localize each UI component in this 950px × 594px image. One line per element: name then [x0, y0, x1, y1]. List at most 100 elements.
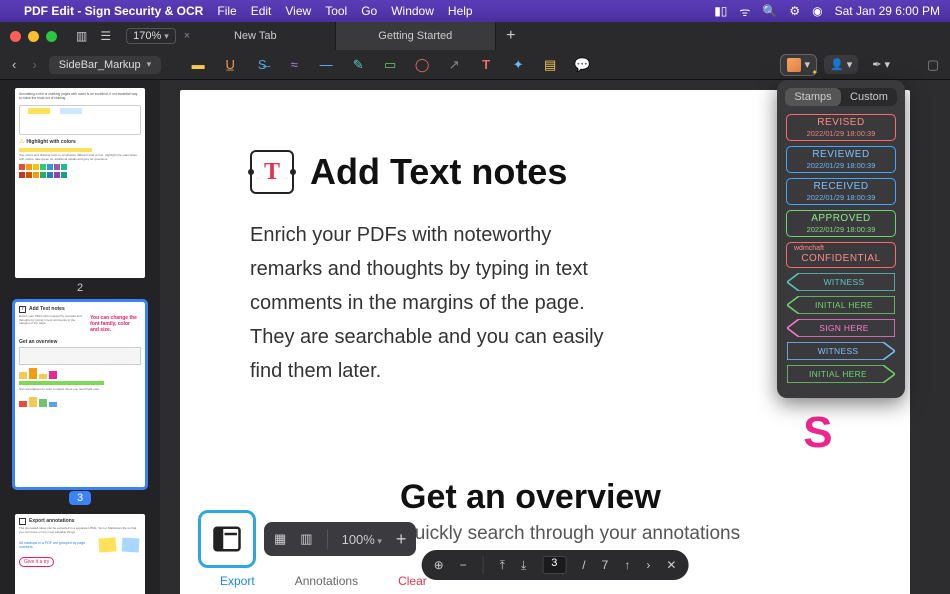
comment-tool-icon[interactable]: 💬 [573, 56, 591, 74]
arrow-tool-icon[interactable]: ↗ [445, 56, 463, 74]
menu-tool[interactable]: Tool [325, 4, 347, 18]
thumb-text: Annotating a text or marking pages with … [19, 92, 141, 101]
next-page-icon[interactable]: › [646, 558, 650, 572]
thumbnail-page-4[interactable]: Export annotations The annotated ideas c… [15, 514, 145, 594]
export-tab[interactable]: Export [220, 574, 255, 588]
stamp-list: REVISED2022/01/29 18:00:39 REVIEWED2022/0… [785, 114, 897, 268]
body-paragraph: Enrich your PDFs with noteworthy remarks… [250, 218, 620, 388]
scroll-top-icon[interactable]: ⤒ [500, 558, 505, 573]
tab-label: New Tab [234, 30, 277, 42]
person-icon: 👤 [830, 58, 844, 71]
zoom-in-nav-icon[interactable]: ⊕ [434, 558, 444, 572]
document-tabs: × New Tab Getting Started + [176, 22, 950, 50]
control-center-icon[interactable]: ⚙ [789, 4, 800, 18]
arrow-stamp-initial-here[interactable]: INITIAL HERE [787, 365, 895, 383]
note-tool-icon[interactable]: ▤ [541, 56, 559, 74]
rectangle-tool-icon[interactable]: ▭ [381, 56, 399, 74]
annotations-tab[interactable]: Annotations [295, 574, 358, 588]
outline-toggle-icon[interactable]: ☰ [95, 27, 116, 45]
page-sep: / [582, 558, 585, 572]
two-page-view-icon[interactable]: ▥ [300, 531, 312, 547]
panel-layout-icon [212, 524, 242, 554]
current-page-input[interactable]: 3 [542, 556, 566, 574]
siri-icon[interactable]: ◉ [812, 4, 822, 18]
line-tool-icon[interactable]: — [317, 56, 335, 74]
sign-tool-button[interactable]: ✒︎▾ [866, 55, 896, 74]
arrow-stamp-witness[interactable]: WITNESS [787, 273, 895, 291]
arrow-stamp-initial-here[interactable]: INITIAL HERE [787, 296, 895, 314]
zoom-inner-dropdown[interactable]: 100% [342, 532, 382, 547]
stamp-reviewed[interactable]: REVIEWED2022/01/29 18:00:39 [786, 146, 896, 173]
tab-custom[interactable]: Custom [841, 88, 897, 106]
profile-tool-button[interactable]: 👤▾ [824, 55, 858, 74]
panel-toggle-icon[interactable]: ▢ [924, 56, 942, 74]
strikethrough-tool-icon[interactable]: S̶ [253, 56, 271, 74]
zoom-window-button[interactable] [46, 31, 57, 42]
highlight-tool-icon[interactable]: ▬ [189, 56, 207, 74]
squiggly-tool-icon[interactable]: ≈ [285, 56, 303, 74]
close-window-button[interactable] [10, 31, 21, 42]
wifi-icon[interactable]: ᯤ [739, 3, 750, 20]
clock[interactable]: Sat Jan 29 6:00 PM [835, 4, 940, 18]
freehand-tool-icon[interactable]: ✎ [349, 56, 367, 74]
menu-window[interactable]: Window [391, 4, 434, 18]
sidebar-markup-dropdown[interactable]: SideBar_Markup [49, 56, 161, 74]
menu-view[interactable]: View [285, 4, 311, 18]
sidebar-toggle-segment[interactable]: ▥ ☰ [71, 27, 116, 45]
zoom-dropdown[interactable]: 170% [126, 28, 176, 44]
signature-icon: ✒︎ [872, 58, 881, 71]
sidebar-view-button[interactable] [198, 510, 256, 568]
sparkle-icon: ✦ [811, 68, 818, 77]
stamp-confidential[interactable]: wdmchaftCONFIDENTIAL [786, 242, 896, 268]
stamp-tool-button[interactable]: ▾ ✦ [781, 55, 816, 75]
prev-page-icon[interactable]: ↑ [624, 558, 630, 572]
thumb-heading: Get an overview [19, 339, 141, 345]
thumbnails-toggle-icon[interactable]: ▥ [71, 27, 92, 45]
thumbnail-page-2[interactable]: Annotating a text or marking pages with … [15, 88, 145, 294]
thumb-cta: Give it a try [19, 557, 54, 567]
app-name[interactable]: PDF Edit - Sign Security & OCR [24, 4, 203, 18]
menu-help[interactable]: Help [448, 4, 473, 18]
thumb-heading: Add Text notes [29, 306, 65, 312]
arrow-stamp-sign-here[interactable]: SIGN HERE [787, 319, 895, 337]
menu-go[interactable]: Go [361, 4, 377, 18]
tab-getting-started[interactable]: Getting Started [336, 22, 496, 50]
close-tab-icon[interactable]: × [184, 30, 190, 42]
arrow-stamp-witness[interactable]: WITNESS [787, 342, 895, 360]
stamp-received[interactable]: RECEIVED2022/01/29 18:00:39 [786, 178, 896, 205]
grid-view-icon[interactable]: ▦ [274, 531, 286, 547]
view-mode-toolbar: ▦ ▥ 100% + [198, 510, 416, 568]
tab-stamps[interactable]: Stamps [785, 88, 841, 106]
tab-label: Getting Started [378, 30, 452, 42]
clear-tab[interactable]: Clear [398, 574, 427, 588]
page-number: 2 [15, 282, 145, 294]
forward-button[interactable]: › [28, 57, 40, 72]
close-navigator-icon[interactable]: ✕ [666, 558, 676, 572]
new-tab-button[interactable]: + [496, 22, 526, 50]
tab-new-tab[interactable]: × New Tab [176, 22, 336, 50]
zoom-value: 170% [133, 30, 161, 42]
thumbnail-page-3[interactable]: T Add Text notes Enrich your PDFs with n… [15, 302, 145, 506]
stamp-revised[interactable]: REVISED2022/01/29 18:00:39 [786, 114, 896, 141]
stamp-approved[interactable]: APPROVED2022/01/29 18:00:39 [786, 210, 896, 237]
zoom-in-icon[interactable]: + [396, 529, 407, 550]
back-button[interactable]: ‹ [8, 57, 20, 72]
zoom-out-nav-icon[interactable]: − [460, 558, 467, 572]
stamp-icon [787, 58, 801, 72]
scroll-bottom-icon[interactable]: ⤓ [521, 558, 526, 573]
dropdown-label: SideBar_Markup [59, 59, 141, 71]
chevron-down-icon: ▾ [804, 58, 810, 71]
minimize-window-button[interactable] [28, 31, 39, 42]
underline-tool-icon[interactable]: U̲ [221, 56, 239, 74]
callout-tool-icon[interactable]: ✦ [509, 56, 527, 74]
thumbnail-image: Annotating a text or marking pages with … [15, 88, 145, 278]
oval-tool-icon[interactable]: ◯ [413, 56, 431, 74]
thumbnail-sidebar[interactable]: Annotating a text or marking pages with … [0, 80, 160, 594]
spotlight-icon[interactable]: 🔍 [762, 4, 777, 18]
battery-icon[interactable]: ▮▯ [714, 4, 727, 18]
menu-file[interactable]: File [217, 4, 236, 18]
macos-menubar: PDF Edit - Sign Security & OCR File Edit… [0, 0, 950, 22]
text-tool-icon[interactable]: T [477, 56, 495, 74]
section-heading: Get an overview [400, 478, 830, 517]
menu-edit[interactable]: Edit [251, 4, 272, 18]
